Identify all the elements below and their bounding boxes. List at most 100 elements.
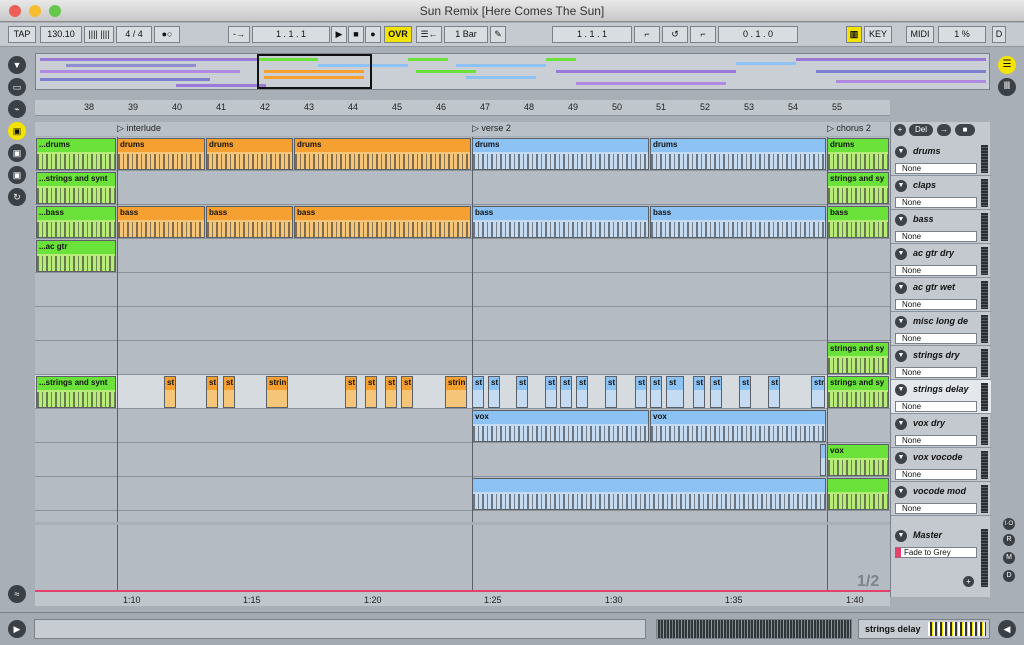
clip[interactable]: ...strings and synt	[36, 376, 116, 408]
track-header-vox-vocode[interactable]: ▼ vox vocode None	[891, 448, 991, 482]
fold-icon[interactable]: ▼	[895, 282, 907, 294]
locator-interlude[interactable]: ▷ interlude	[117, 123, 161, 134]
clip[interactable]: st	[516, 376, 528, 408]
clip[interactable]: st	[693, 376, 705, 408]
arrangement-view-icon[interactable]: ☰	[998, 56, 1016, 74]
clip[interactable]: bass	[827, 206, 889, 238]
clip[interactable]: bass	[294, 206, 471, 238]
overview-view-box[interactable]	[257, 54, 372, 89]
track-lane[interactable]	[35, 307, 890, 341]
track-header-drums[interactable]: ▼ drums None	[891, 142, 991, 176]
quantize-menu[interactable]: 1 Bar	[444, 26, 488, 43]
arrangement-view[interactable]: ...drums drums drums drums drums drums d…	[35, 137, 890, 522]
track-lane[interactable]: ...bass bass bass bass bass bass bass	[35, 205, 890, 239]
mixer-toggle-button[interactable]: M	[1003, 552, 1015, 564]
track-header-ac-gtr-wet[interactable]: ▼ ac gtr wet None	[891, 278, 991, 312]
beat-time-ruler[interactable]: 38 39 40 41 42 43 44 45 46 47 48 49 50 5…	[35, 100, 890, 116]
routing-select[interactable]: None	[895, 299, 977, 310]
clip[interactable]: st	[365, 376, 377, 408]
tap-tempo-button[interactable]: TAP	[8, 26, 36, 43]
punch-in-button[interactable]: ⌐	[634, 26, 660, 43]
clip[interactable]: strin	[266, 376, 288, 408]
clip[interactable]: bass	[472, 206, 649, 238]
clip[interactable]: st	[385, 376, 397, 408]
add-locator-button[interactable]: +	[963, 576, 974, 587]
fold-icon[interactable]: ▼	[895, 452, 907, 464]
nudge-buttons[interactable]: |||| ||||	[84, 26, 114, 43]
fold-icon[interactable]: ▼	[895, 384, 907, 396]
clip[interactable]: drums	[650, 138, 826, 170]
track-lane[interactable]: vox vox	[35, 409, 890, 443]
routing-select[interactable]: None	[895, 469, 977, 480]
track-lane[interactable]: strings and sy	[35, 341, 890, 375]
clip[interactable]: strings and sy	[827, 376, 889, 408]
file-browser-1-icon[interactable]: ▣	[8, 122, 26, 140]
stop-button[interactable]: ■	[348, 26, 364, 43]
routing-select[interactable]: None	[895, 435, 977, 446]
clip[interactable]: drums	[827, 138, 889, 170]
clip[interactable]: st	[472, 376, 484, 408]
midi-map-button[interactable]: MIDI	[906, 26, 934, 43]
delay-toggle-button[interactable]: D	[1003, 570, 1015, 582]
arrow-button[interactable]: →	[937, 124, 951, 136]
clip[interactable]: bass	[117, 206, 205, 238]
clip[interactable]: st	[488, 376, 500, 408]
clip[interactable]: vox	[472, 410, 649, 442]
routing-select[interactable]: None	[895, 197, 977, 208]
track-lane[interactable]: ...drums drums drums drums drums drums d…	[35, 137, 890, 171]
session-view-icon[interactable]: Ⅲ	[998, 78, 1016, 96]
track-header-strings-delay[interactable]: ▼ strings delay None	[891, 380, 991, 414]
track-header-master[interactable]: ▼ Master Fade to Grey +	[891, 526, 991, 594]
play-button[interactable]: ▶	[331, 26, 347, 43]
arrangement-overview[interactable]	[35, 53, 990, 90]
song-position-field[interactable]: 1 . 1 . 1	[252, 26, 330, 43]
clip[interactable]: st	[223, 376, 235, 408]
clip[interactable]: st	[560, 376, 572, 408]
follow-button[interactable]: -→	[228, 26, 250, 43]
routing-select[interactable]: None	[895, 367, 977, 378]
routing-select[interactable]: None	[895, 231, 977, 242]
clip[interactable]: st	[164, 376, 176, 408]
returns-toggle-button[interactable]: R	[1003, 534, 1015, 546]
draw-mode-button[interactable]: ✎	[490, 26, 506, 43]
fold-icon[interactable]: ▼	[895, 248, 907, 260]
master-routing-select[interactable]: Fade to Grey	[895, 547, 977, 558]
fold-icon[interactable]: ▼	[895, 316, 907, 328]
clip[interactable]: drums	[117, 138, 205, 170]
time-signature-field[interactable]: 4 / 4	[116, 26, 152, 43]
lock-button[interactable]: ■	[955, 124, 975, 136]
clip[interactable]: ...ac gtr	[36, 240, 116, 272]
locator-lane[interactable]: ▷ interlude ▷ verse 2 ▷ chorus 2	[35, 122, 890, 136]
hot-swap-icon[interactable]: ↻	[8, 188, 26, 206]
clip[interactable]: ...strings and synt	[36, 172, 116, 204]
add-button[interactable]: +	[894, 124, 906, 136]
clip[interactable]: strin	[445, 376, 467, 408]
clip[interactable]: strings and sy	[827, 172, 889, 204]
track-lane[interactable]: ...strings and synt strings and sy	[35, 171, 890, 205]
routing-select[interactable]: None	[895, 401, 977, 412]
clip-waveform-preview[interactable]	[656, 619, 852, 639]
track-lane-selected[interactable]: ...strings and synt st st st strin st st…	[35, 375, 890, 409]
overdub-button[interactable]: OVR	[384, 26, 412, 43]
track-header-vox-dry[interactable]: ▼ vox dry None	[891, 414, 991, 448]
key-map-icon[interactable]: ▥	[846, 26, 862, 43]
fold-icon[interactable]: ▼	[895, 418, 907, 430]
clip[interactable]: st	[768, 376, 780, 408]
locator-chorus-2[interactable]: ▷ chorus 2	[827, 123, 871, 134]
fold-icon[interactable]: ▼	[895, 486, 907, 498]
minimize-window-button[interactable]	[29, 5, 41, 17]
clip[interactable]: st	[605, 376, 617, 408]
track-header-misc-long-de[interactable]: ▼ misc long de None	[891, 312, 991, 346]
file-browser-3-icon[interactable]: ▣	[8, 166, 26, 184]
routing-select[interactable]: None	[895, 265, 977, 276]
fold-icon[interactable]: ▼	[895, 146, 907, 158]
quantize-icon[interactable]: ☰←	[416, 26, 442, 43]
clip[interactable]: st	[401, 376, 413, 408]
clip[interactable]: st	[576, 376, 588, 408]
fold-icon[interactable]: ▼	[895, 214, 907, 226]
clip[interactable]: drums	[206, 138, 293, 170]
clip[interactable]: st	[206, 376, 218, 408]
fold-icon[interactable]: ▼	[895, 180, 907, 192]
routing-select[interactable]: None	[895, 333, 977, 344]
clip[interactable]: ...drums	[36, 138, 116, 170]
